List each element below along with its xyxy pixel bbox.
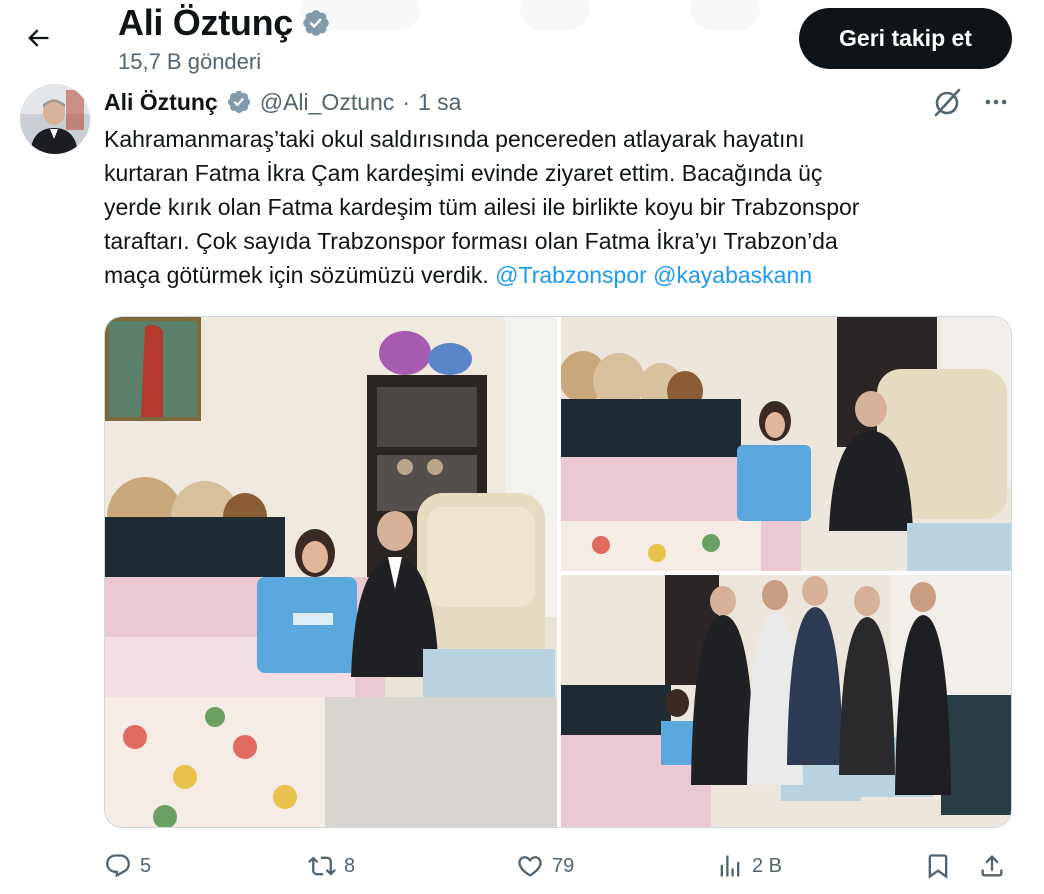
like-button[interactable]: 79: [516, 844, 574, 888]
bookmark-icon: [928, 854, 948, 879]
media-grid: [104, 316, 1012, 828]
arrow-left-icon: [28, 29, 49, 47]
avatar[interactable]: [20, 84, 90, 154]
share-icon: [981, 855, 1003, 877]
repost-count: 8: [344, 854, 356, 877]
avatar-photo: [20, 84, 90, 154]
tweet-text: Kahramanmaraş’taki okul saldırısında pen…: [104, 122, 1004, 292]
back-button[interactable]: [18, 18, 58, 58]
author-name[interactable]: Ali Öztunç: [104, 89, 218, 116]
profile-header: Ali Öztunç 15,7 B gönderi Geri takip et: [0, 0, 1044, 82]
reply-icon: [106, 854, 130, 878]
tweet-text-line: yerde kırık olan Fatma kardeşim tüm aile…: [104, 194, 860, 220]
reply-count: 5: [140, 854, 152, 877]
post-count: 15,7 B gönderi: [118, 49, 262, 74]
more-horizontal-icon: [985, 99, 1007, 105]
heart-icon: [518, 856, 542, 877]
view-count: 2 B: [752, 854, 783, 877]
tweet-text-line: taraftarı. Çok sayıda Trabzonspor formas…: [104, 228, 838, 254]
views-button[interactable]: 2 B: [716, 844, 782, 888]
reply-button[interactable]: 5: [104, 844, 151, 888]
repost-icon: [308, 856, 336, 876]
more-options-button[interactable]: [976, 84, 1016, 120]
bookmark-button[interactable]: [924, 844, 952, 888]
photo-visit-2-image: [561, 317, 1011, 571]
grok-button[interactable]: [928, 84, 968, 120]
verified-badge-icon: [303, 10, 329, 36]
header-background-blur: [520, 0, 590, 30]
photo-group-image: [561, 575, 1011, 827]
author-handle[interactable]: @Ali_Oztunc: [260, 89, 395, 116]
views-chart-icon: [720, 855, 740, 877]
like-count: 79: [552, 854, 575, 877]
tweet-timestamp[interactable]: 1 sa: [418, 89, 461, 116]
tweet-text-line-last: maça götürmek için sözümüzü verdik. @Tra…: [104, 258, 1004, 292]
photo-visit-2[interactable]: [561, 317, 1011, 571]
mention-link-trabzonspor[interactable]: @Trabzonspor: [495, 262, 647, 288]
photo-visit-1-image: [105, 317, 557, 827]
mention-link-kayabaskann[interactable]: @kayabaskann: [653, 262, 812, 288]
tweet-text-segment: maça götürmek için sözümüzü verdik.: [104, 262, 496, 288]
tweet-action-bar: 5 8 79 2 B: [104, 844, 1016, 888]
separator-dot: ·: [402, 88, 410, 115]
photo-group[interactable]: [561, 575, 1011, 827]
photo-visit-1[interactable]: [105, 317, 557, 827]
tweet-header: Ali Öztunç @Ali_Oztunc · 1 sa: [104, 86, 461, 118]
profile-name: Ali Öztunç: [118, 2, 293, 43]
header-background-blur: [690, 0, 760, 30]
tweet-text-line: kurtaran Fatma İkra Çam kardeşimi evinde…: [104, 160, 823, 186]
repost-button[interactable]: 8: [308, 844, 355, 888]
follow-back-button[interactable]: Geri takip et: [799, 8, 1012, 69]
grok-icon: [934, 88, 961, 117]
share-button[interactable]: [978, 844, 1006, 888]
verified-badge-icon: [227, 90, 250, 114]
tweet-text-line: Kahramanmaraş’taki okul saldırısında pen…: [104, 126, 805, 152]
